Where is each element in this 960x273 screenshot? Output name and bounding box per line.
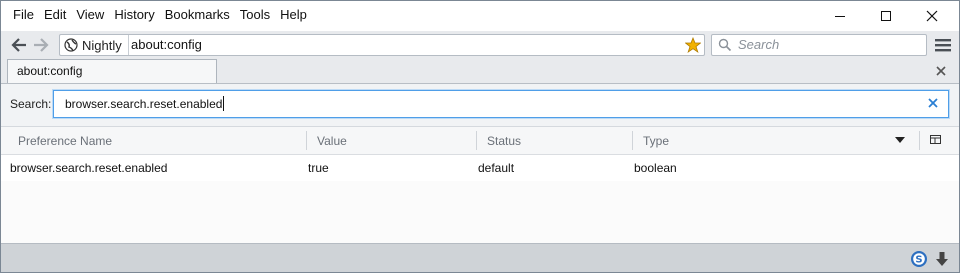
column-divider — [919, 131, 920, 150]
browser-window: File Edit View History Bookmarks Tools H… — [0, 0, 960, 273]
minimize-button[interactable] — [817, 1, 863, 31]
sort-descending-icon[interactable] — [895, 137, 905, 144]
cell-preference-name: browser.search.reset.enabled — [10, 161, 168, 175]
search-placeholder: Search — [738, 37, 780, 52]
column-header-preference-name[interactable]: Preference Name — [18, 134, 112, 148]
back-button[interactable] — [9, 35, 29, 55]
open-menu-button[interactable] — [933, 35, 953, 55]
forward-arrow-icon — [34, 38, 49, 52]
config-search-row: Search: browser.search.reset.enabled — [1, 84, 959, 127]
search-icon — [718, 38, 732, 52]
close-tab-button[interactable] — [936, 65, 946, 79]
downloads-button[interactable] — [933, 250, 951, 268]
tab-strip: about:config — [1, 59, 959, 84]
maximize-button[interactable] — [863, 1, 909, 31]
column-picker-icon[interactable] — [930, 134, 942, 146]
url-bar[interactable]: Nightly about:config — [59, 34, 705, 56]
config-search-value: browser.search.reset.enabled — [65, 97, 223, 111]
maximize-icon — [881, 11, 891, 21]
url-text[interactable]: about:config — [131, 37, 202, 53]
close-window-button[interactable] — [909, 1, 955, 31]
search-bar[interactable]: Search — [711, 34, 927, 56]
tab-about-config[interactable]: about:config — [7, 59, 217, 83]
download-arrow-icon — [936, 252, 948, 266]
forward-button[interactable] — [31, 35, 51, 55]
column-header-value[interactable]: Value — [317, 134, 347, 148]
clear-icon — [928, 98, 938, 108]
table-row[interactable]: browser.search.reset.enabled true defaul… — [1, 155, 959, 181]
menu-list: File Edit View History Bookmarks Tools H… — [8, 6, 312, 24]
column-divider[interactable] — [306, 131, 307, 150]
hamburger-menu-icon — [935, 39, 951, 52]
back-arrow-icon — [11, 38, 26, 52]
close-tab-icon — [936, 66, 946, 76]
globe-icon — [64, 38, 78, 52]
clear-search-button[interactable] — [927, 97, 939, 112]
menu-item-edit[interactable]: Edit — [39, 6, 71, 24]
addon-s-button[interactable]: S — [910, 250, 928, 268]
config-search-label: Search: — [10, 97, 52, 111]
menu-item-file[interactable]: File — [8, 6, 39, 24]
menu-item-bookmarks[interactable]: Bookmarks — [160, 6, 235, 24]
svg-text:S: S — [915, 255, 922, 266]
status-bar: S — [1, 243, 959, 272]
menu-item-help[interactable]: Help — [275, 6, 312, 24]
table-header: Preference Name Value Status Type — [1, 127, 959, 155]
column-divider[interactable] — [632, 131, 633, 150]
addon-s-icon: S — [911, 251, 927, 267]
menu-item-view[interactable]: View — [71, 6, 109, 24]
column-divider[interactable] — [476, 131, 477, 150]
tab-title: about:config — [17, 64, 83, 78]
identity-label: Nightly — [82, 37, 122, 53]
cell-status: default — [478, 161, 515, 175]
bookmark-star-button[interactable] — [684, 35, 702, 55]
site-identity[interactable]: Nightly — [60, 35, 129, 55]
star-icon — [685, 37, 701, 53]
menu-bar: File Edit View History Bookmarks Tools H… — [1, 1, 959, 31]
cell-value: true — [308, 161, 329, 175]
menu-item-tools[interactable]: Tools — [235, 6, 275, 24]
close-icon — [926, 10, 938, 22]
minimize-icon — [835, 16, 845, 17]
menu-item-history[interactable]: History — [109, 6, 159, 24]
config-search-input[interactable]: browser.search.reset.enabled — [53, 90, 949, 118]
column-header-status[interactable]: Status — [487, 134, 521, 148]
column-header-type[interactable]: Type — [643, 134, 669, 148]
navigation-toolbar: Nightly about:config Search — [1, 31, 959, 59]
config-page: Search: browser.search.reset.enabled Pre… — [1, 84, 959, 243]
text-cursor — [223, 96, 224, 111]
cell-type: boolean — [634, 161, 677, 175]
